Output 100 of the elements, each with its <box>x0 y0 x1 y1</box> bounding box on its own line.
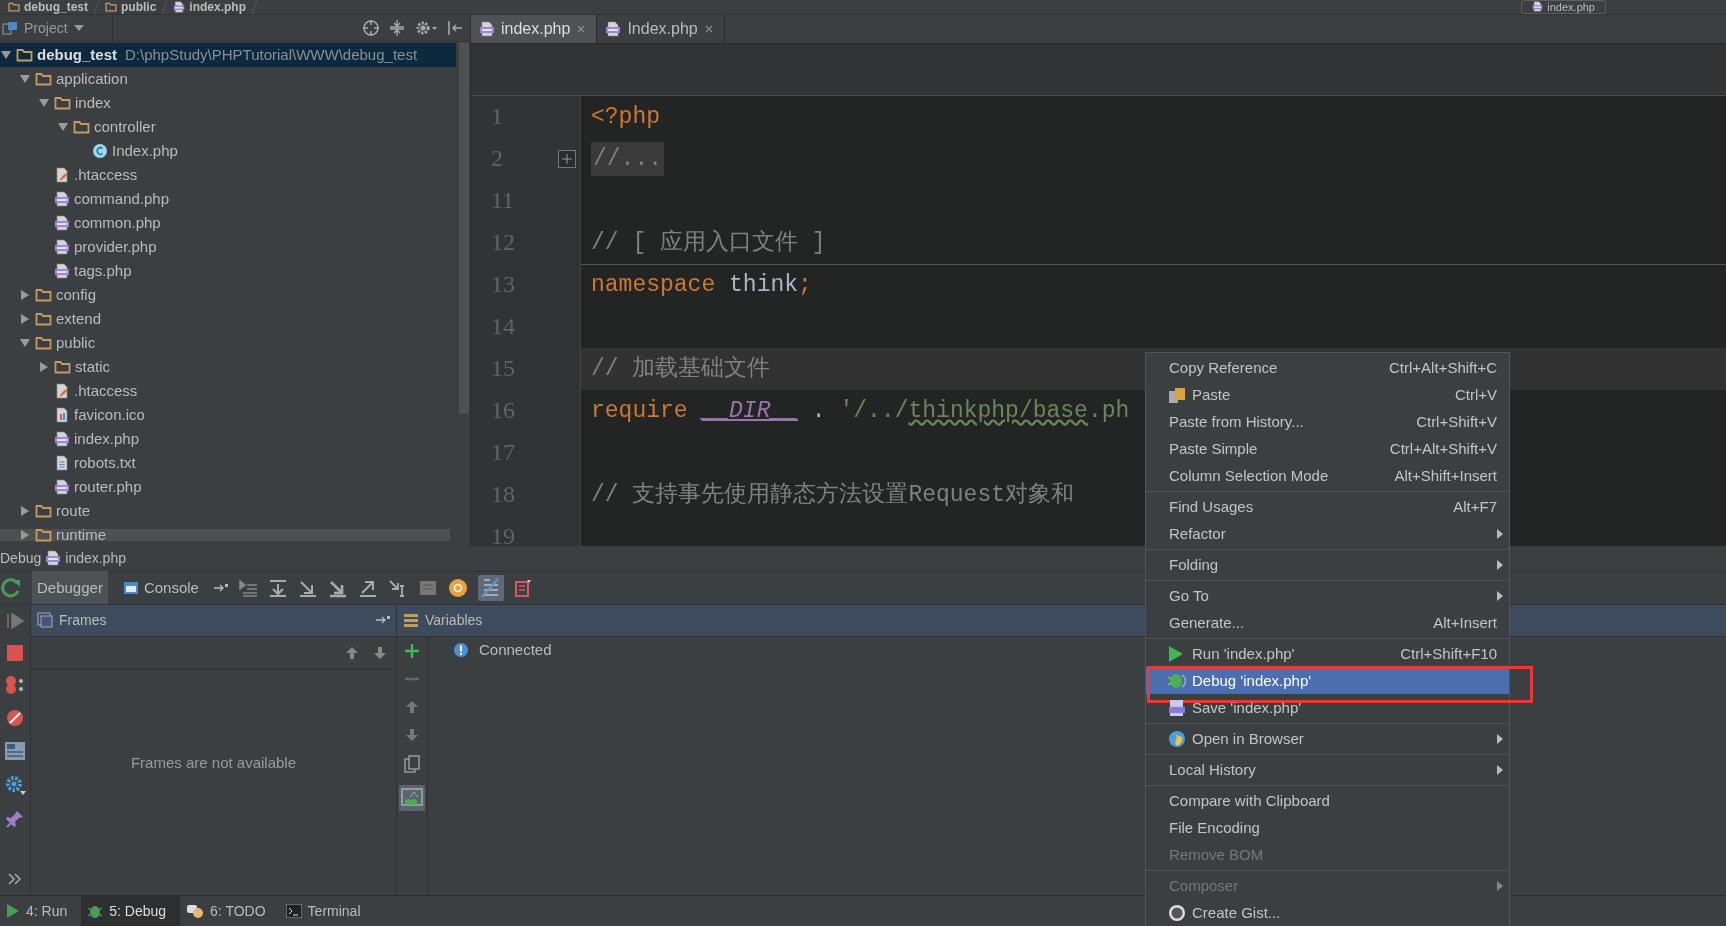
menu-item[interactable]: Refactor <box>1146 520 1509 547</box>
horizontal-scrollbar[interactable] <box>0 528 450 541</box>
pin-icon[interactable] <box>213 582 228 593</box>
code-line: // 支持事先使用静态方法设置Request对象和 <box>591 480 1075 510</box>
vertical-scrollbar[interactable] <box>459 41 469 414</box>
tree-item[interactable]: .htaccess <box>0 162 456 187</box>
menu-item[interactable]: Copy Reference Ctrl+Alt+Shift+C <box>1146 354 1509 381</box>
restore-layout-icon[interactable] <box>513 577 532 598</box>
tree-item[interactable]: Index.php <box>0 138 456 163</box>
tree-item[interactable]: extend <box>0 306 456 331</box>
code-line: // [ 应用入口文件 ] <box>591 228 826 258</box>
menu-item[interactable]: Paste from History... Ctrl+Shift+V <box>1146 408 1509 435</box>
php-file-icon <box>173 1 186 13</box>
frames-title: Frames <box>59 612 107 629</box>
copy-icon[interactable] <box>404 754 420 773</box>
tree-item[interactable]: debug_test D:\phpStudy\PHPTutorial\WWW\debug_test <box>0 42 456 67</box>
tree-item[interactable]: route <box>0 498 456 523</box>
project-view-dropdown[interactable]: Project <box>2 14 113 41</box>
tree-item[interactable]: favicon.ico <box>0 402 456 427</box>
down-arrow-icon[interactable] <box>372 644 388 661</box>
add-icon[interactable] <box>404 642 420 659</box>
frames-list-icon[interactable] <box>237 577 258 598</box>
bug-icon <box>1168 671 1186 690</box>
run-config-dropdown[interactable]: index.php <box>1521 0 1606 14</box>
tree-item[interactable]: controller <box>0 114 456 139</box>
breadcrumb-item[interactable]: index.php <box>165 0 255 14</box>
inline-watches-icon[interactable] <box>399 784 425 811</box>
php-file-icon <box>54 478 70 495</box>
menu-item[interactable]: Folding <box>1146 551 1509 578</box>
tree-item[interactable]: command.php <box>0 186 456 211</box>
menu-item[interactable]: Generate... Alt+Insert <box>1146 609 1509 636</box>
php-file-icon <box>54 214 70 231</box>
tool-window-button[interactable]: Terminal <box>279 896 375 926</box>
debug-tab[interactable]: Console <box>117 571 204 605</box>
breadcrumb-item[interactable]: debug_test <box>0 0 96 14</box>
folder-icon <box>16 47 33 62</box>
tree-item[interactable]: robots.txt <box>0 450 456 475</box>
pin-icon[interactable] <box>376 615 390 626</box>
show-values-icon[interactable] <box>477 574 504 601</box>
menu-item[interactable]: Local History <box>1146 756 1509 783</box>
mute-breakpoints-icon[interactable] <box>5 707 25 728</box>
breakpoints-icon[interactable] <box>4 674 26 695</box>
tree-item[interactable]: router.php <box>0 474 456 499</box>
menu-item[interactable]: Go To <box>1146 582 1509 609</box>
resume-icon[interactable] <box>5 610 25 631</box>
menu-item[interactable]: Run 'index.php' Ctrl+Shift+F10 <box>1146 640 1509 667</box>
php-file-icon <box>45 550 62 567</box>
php-file-icon <box>1532 1 1544 13</box>
up-arrow-icon[interactable] <box>344 644 360 661</box>
tree-item[interactable]: provider.php <box>0 234 456 259</box>
menu-item[interactable]: Find Usages Alt+F7 <box>1146 493 1509 520</box>
hide-panel-icon[interactable] <box>446 18 464 37</box>
breadcrumb-item[interactable]: public <box>97 0 165 14</box>
tree-item[interactable]: index <box>0 90 456 115</box>
menu-item[interactable]: Open in Browser <box>1146 725 1509 752</box>
stop-icon[interactable] <box>6 643 24 662</box>
locate-icon[interactable] <box>362 18 380 37</box>
tree-item[interactable]: tags.php <box>0 258 456 283</box>
php-file-icon <box>54 262 70 279</box>
up-arrow-icon[interactable] <box>404 698 420 715</box>
menu-item[interactable]: Create Gist... <box>1146 899 1509 926</box>
layout-icon[interactable] <box>4 740 26 761</box>
globe-icon <box>1168 729 1186 748</box>
editor-tab[interactable]: Index.php <box>597 14 725 43</box>
collapse-all-icon[interactable] <box>388 18 406 37</box>
folder-icon <box>8 1 20 13</box>
php-file-icon <box>605 20 622 37</box>
clipboard-icon <box>1168 385 1186 404</box>
more-icon[interactable] <box>8 873 22 886</box>
tree-item[interactable]: .htaccess <box>0 378 456 403</box>
folder-icon <box>35 527 52 542</box>
tree-item[interactable]: static <box>0 354 456 379</box>
down-arrow-icon[interactable] <box>404 726 420 743</box>
tree-item[interactable]: public <box>0 330 456 355</box>
tree-item[interactable]: config <box>0 282 456 307</box>
menu-item[interactable]: Save 'index.php' <box>1146 694 1509 721</box>
debug-tab[interactable]: Debugger <box>32 571 108 605</box>
menu-item[interactable]: Column Selection Mode Alt+Shift+Insert <box>1146 462 1509 489</box>
watch-icon[interactable] <box>447 577 468 598</box>
folder-icon <box>35 311 52 326</box>
folder-icon <box>35 335 52 350</box>
settings-icon[interactable] <box>4 773 26 796</box>
menu-item[interactable]: Paste Simple Ctrl+Alt+Shift+V <box>1146 435 1509 462</box>
menu-item[interactable]: Paste Ctrl+V <box>1146 381 1509 408</box>
tree-item[interactable]: index.php <box>0 426 456 451</box>
menu-item[interactable]: Debug 'index.php' <box>1146 667 1509 694</box>
editor-tab[interactable]: index.php <box>471 14 598 43</box>
tree-item[interactable]: common.php <box>0 210 456 235</box>
frames-icon <box>37 612 53 629</box>
tool-window-button[interactable]: 6: TODO <box>180 896 280 926</box>
tree-item[interactable]: runtime <box>0 522 456 546</box>
rerun-icon[interactable] <box>0 576 22 599</box>
menu-item[interactable]: Compare with Clipboard <box>1146 787 1509 814</box>
tool-window-button[interactable]: 5: Debug <box>81 896 181 926</box>
tree-item[interactable]: application <box>0 66 456 91</box>
folder-icon <box>54 95 71 110</box>
step-over-icon[interactable] <box>267 577 288 598</box>
tool-window-button[interactable]: 4: Run <box>0 896 82 926</box>
pin-icon[interactable] <box>5 808 25 829</box>
menu-item[interactable]: File Encoding <box>1146 814 1509 841</box>
